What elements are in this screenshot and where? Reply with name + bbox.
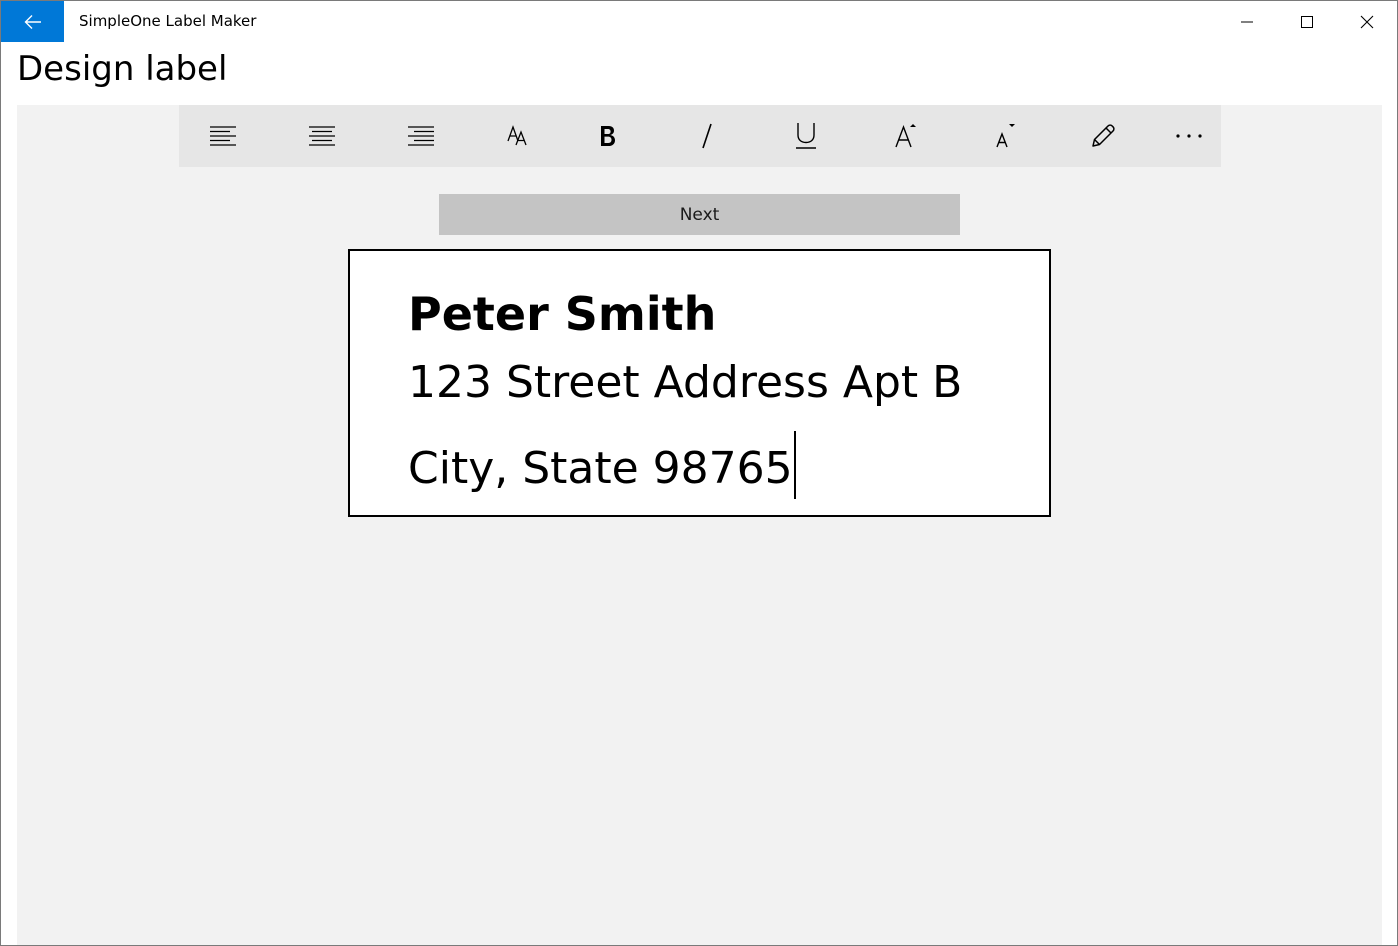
align-right-icon (408, 126, 434, 146)
align-left-button[interactable] (193, 105, 253, 167)
more-options-button[interactable] (1159, 105, 1219, 167)
align-left-icon (210, 126, 236, 146)
label-line-city-text: City, State 98765 (408, 443, 793, 494)
design-area: Next Peter Smith 123 Street Address Apt … (17, 105, 1382, 945)
minimize-icon (1241, 21, 1253, 22)
maximize-button[interactable] (1277, 1, 1337, 42)
font-button[interactable] (489, 105, 549, 167)
formatting-toolbar (179, 105, 1221, 167)
close-icon (1360, 15, 1374, 28)
label-editor[interactable]: Peter Smith 123 Street Address Apt B Cit… (348, 249, 1051, 517)
increase-font-button[interactable] (877, 105, 937, 167)
underline-icon (796, 123, 816, 149)
more-icon (1176, 134, 1202, 138)
align-center-button[interactable] (292, 105, 352, 167)
next-button[interactable]: Next (439, 194, 960, 235)
close-button[interactable] (1337, 1, 1397, 42)
italic-icon (702, 123, 712, 149)
title-bar: SimpleOne Label Maker (1, 1, 1397, 42)
app-window: SimpleOne Label Maker Design label Next … (0, 0, 1398, 946)
maximize-icon (1301, 15, 1313, 28)
text-caret (793, 431, 796, 499)
italic-button[interactable] (677, 105, 737, 167)
align-right-button[interactable] (391, 105, 451, 167)
label-line-name: Peter Smith (408, 287, 717, 341)
label-line-street: 123 Street Address Apt B (408, 357, 963, 408)
decrease-font-icon (996, 124, 1015, 148)
decrease-font-button[interactable] (976, 105, 1036, 167)
bold-icon (601, 126, 615, 146)
font-size-icon (507, 125, 527, 146)
increase-font-icon (895, 124, 916, 148)
minimize-button[interactable] (1217, 1, 1277, 42)
back-arrow-icon (24, 14, 41, 29)
align-center-icon (309, 126, 335, 146)
back-button[interactable] (1, 1, 64, 42)
bold-button[interactable] (578, 105, 638, 167)
underline-button[interactable] (776, 105, 836, 167)
pencil-icon (1092, 124, 1115, 147)
app-title: SimpleOne Label Maker (79, 12, 257, 30)
label-line-city: City, State 98765 (408, 431, 796, 499)
page-title: Design label (17, 49, 228, 89)
edit-button[interactable] (1073, 105, 1133, 167)
